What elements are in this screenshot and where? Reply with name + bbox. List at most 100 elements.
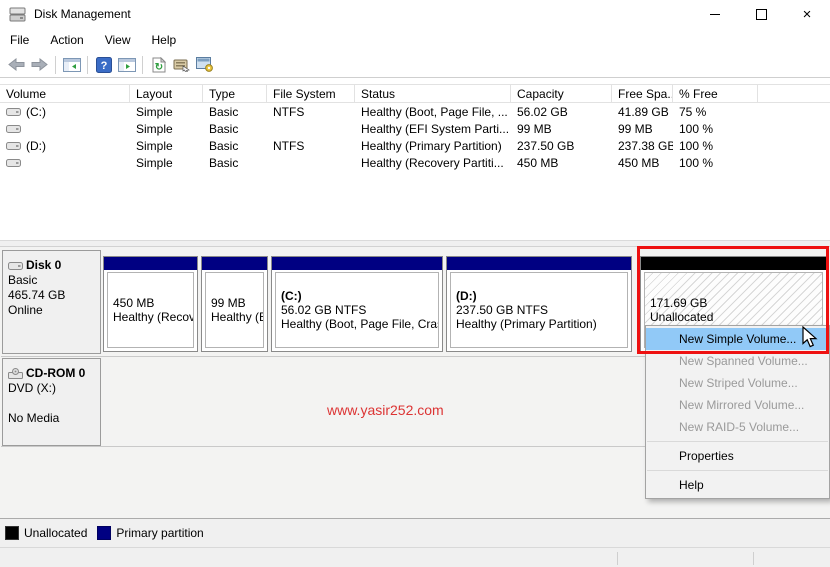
help-button[interactable]: ?: [92, 54, 115, 75]
maximize-icon: [756, 9, 767, 20]
cell-capacity: 237.50 GB: [511, 139, 612, 153]
cell-layout: Simple: [130, 139, 203, 153]
volume-row-efi[interactable]: Simple Basic Healthy (EFI System Parti..…: [0, 120, 830, 137]
toolbar: ? ↻: [0, 52, 830, 78]
partition-size: 450 MB: [113, 296, 188, 310]
console-tree-icon: [63, 58, 81, 72]
window-controls: ×: [692, 0, 830, 28]
toolbar-separator: [55, 56, 56, 74]
partition-color-bar: [202, 257, 267, 270]
refresh-button[interactable]: ↻: [147, 54, 170, 75]
legend-swatch-primary: [97, 526, 111, 540]
menu-separator: [647, 470, 828, 471]
disk-properties-icon: [173, 57, 190, 72]
menu-file[interactable]: File: [7, 30, 39, 50]
partition-color-bar: [447, 257, 631, 270]
watermark-text: www.yasir252.com: [327, 402, 444, 418]
column-header-free-space[interactable]: Free Spa...: [612, 85, 673, 102]
show-console-tree-button[interactable]: [60, 54, 83, 75]
disk0-status: Online: [8, 303, 95, 318]
menu-item-properties[interactable]: Properties: [646, 445, 829, 467]
partition-c[interactable]: (C:) 56.02 GB NTFS Healthy (Boot, Page F…: [271, 256, 443, 352]
disk0-label-panel[interactable]: Disk 0 Basic 465.74 GB Online: [2, 250, 101, 354]
volume-icon: [6, 158, 21, 168]
forward-button[interactable]: [28, 54, 51, 75]
disk-properties-button[interactable]: [170, 54, 193, 75]
cell-file-system: NTFS: [267, 105, 355, 119]
svg-text:?: ?: [100, 60, 107, 72]
cell-layout: Simple: [130, 122, 203, 136]
disk0-type: Basic: [8, 273, 95, 288]
partition-status: Healthy (Primary Partition): [456, 317, 622, 331]
partition-status: Unallocated: [650, 310, 817, 324]
partition-d[interactable]: (D:) 237.50 GB NTFS Healthy (Primary Par…: [446, 256, 632, 352]
column-header-capacity[interactable]: Capacity: [511, 85, 612, 102]
disk-management-icon: [9, 7, 26, 22]
menu-item-new-simple-volume[interactable]: New Simple Volume...: [646, 328, 829, 350]
column-header-file-system[interactable]: File System: [267, 85, 355, 102]
cell-status: Healthy (Recovery Partiti...: [355, 156, 511, 170]
partition-size: 56.02 GB NTFS: [281, 303, 433, 317]
menu-item-new-raid5-volume: New RAID-5 Volume...: [646, 416, 829, 438]
menu-action[interactable]: Action: [47, 30, 93, 50]
column-header-pct-free[interactable]: % Free: [673, 85, 758, 102]
statusbar-divider: [753, 552, 754, 565]
pane-splitter[interactable]: [0, 240, 830, 247]
cell-free-space: 41.89 GB: [612, 105, 673, 119]
menu-view[interactable]: View: [102, 30, 141, 50]
column-header-type[interactable]: Type: [203, 85, 267, 102]
cdrom-label-panel[interactable]: CD-ROM 0 DVD (X:) No Media: [2, 358, 101, 446]
cell-free-space: 450 MB: [612, 156, 673, 170]
menu-item-help[interactable]: Help: [646, 474, 829, 496]
cell-capacity: 450 MB: [511, 156, 612, 170]
window-title: Disk Management: [34, 7, 131, 21]
toolbar-separator: [87, 56, 88, 74]
cell-capacity: 56.02 GB: [511, 105, 612, 119]
column-header-filler: [758, 85, 830, 102]
volume-row-recovery[interactable]: Simple Basic Healthy (Recovery Partiti..…: [0, 154, 830, 171]
disk0-size: 465.74 GB: [8, 288, 95, 303]
minimize-button[interactable]: [692, 0, 738, 28]
column-header-volume[interactable]: Volume: [0, 85, 130, 102]
minimize-icon: [710, 14, 720, 15]
menu-item-new-striped-volume: New Striped Volume...: [646, 372, 829, 394]
back-button[interactable]: [5, 54, 28, 75]
cell-status: Healthy (Primary Partition): [355, 139, 511, 153]
volume-icon: [6, 141, 21, 151]
volume-list: Volume Layout Type File System Status Ca…: [0, 79, 830, 240]
manage-computer-button[interactable]: [193, 54, 216, 75]
volume-list-header: Volume Layout Type File System Status Ca…: [0, 84, 830, 103]
column-header-status[interactable]: Status: [355, 85, 511, 102]
menu-item-new-spanned-volume: New Spanned Volume...: [646, 350, 829, 372]
cell-type: Basic: [203, 122, 267, 136]
maximize-button[interactable]: [738, 0, 784, 28]
partition-size: 171.69 GB: [650, 296, 817, 310]
detail-pane-icon: [118, 58, 136, 72]
cell-free-space: 237.38 GB: [612, 139, 673, 153]
partition-letter: (C:): [281, 289, 433, 303]
volume-icon: [6, 107, 21, 117]
partition-size: 99 MB: [211, 296, 258, 310]
cell-layout: Simple: [130, 156, 203, 170]
volume-name: (C:): [26, 105, 46, 119]
close-button[interactable]: ×: [784, 0, 830, 28]
partition-efi[interactable]: 99 MB Healthy (EF: [201, 256, 268, 352]
cell-status: Healthy (EFI System Parti...: [355, 122, 511, 136]
partition-color-bar: [104, 257, 197, 270]
column-header-layout[interactable]: Layout: [130, 85, 203, 102]
partition-letter: (D:): [456, 289, 622, 303]
volume-row-d[interactable]: (D:) Simple Basic NTFS Healthy (Primary …: [0, 137, 830, 154]
partition-recovery[interactable]: 450 MB Healthy (Recov: [103, 256, 198, 352]
toolbar-separator: [142, 56, 143, 74]
close-icon: ×: [803, 7, 812, 22]
cell-status: Healthy (Boot, Page File, ...: [355, 105, 511, 119]
menu-bar: File Action View Help: [0, 28, 830, 52]
svg-text:↻: ↻: [154, 62, 162, 73]
volume-icon: [6, 124, 21, 134]
show-detail-pane-button[interactable]: [115, 54, 138, 75]
partition-color-bar: [641, 257, 826, 270]
menu-help[interactable]: Help: [149, 30, 187, 50]
volume-row-c[interactable]: (C:) Simple Basic NTFS Healthy (Boot, Pa…: [0, 103, 830, 120]
cdrom-status: No Media: [8, 411, 95, 426]
cell-type: Basic: [203, 105, 267, 119]
